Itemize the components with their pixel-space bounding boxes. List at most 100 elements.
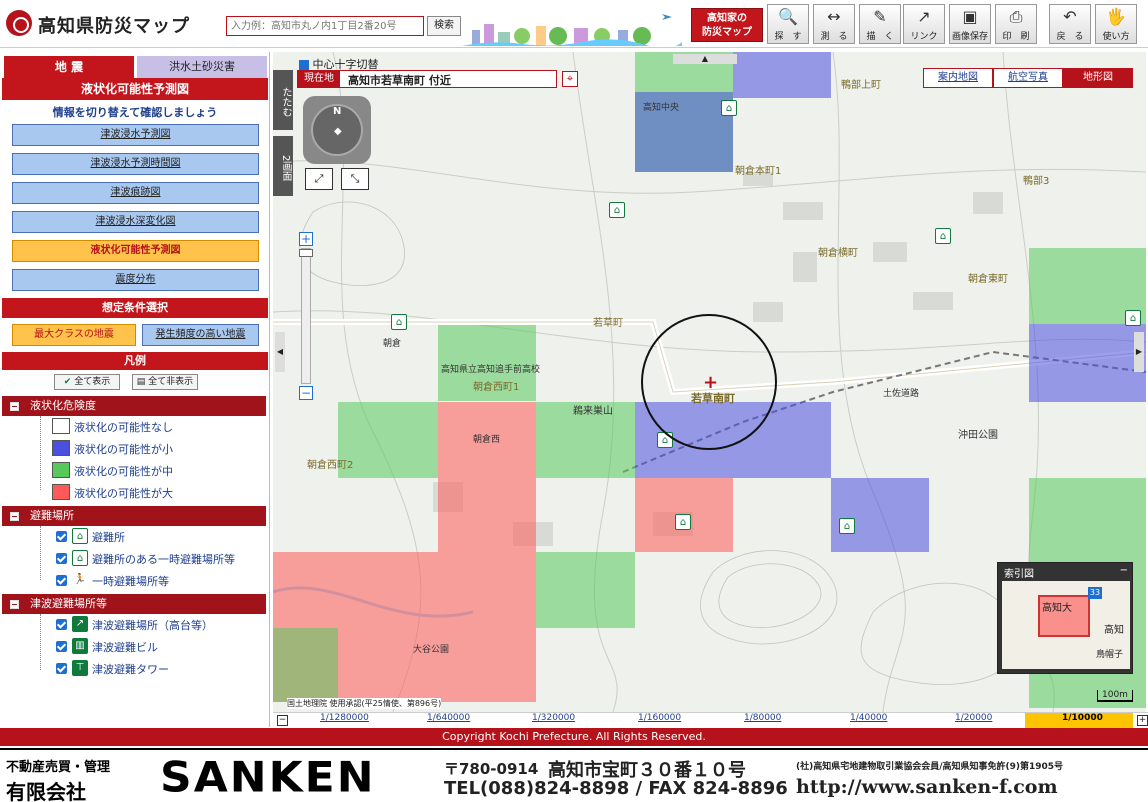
- zoom-slider-handle[interactable]: [299, 249, 313, 257]
- shelter-marker[interactable]: ⌂: [839, 518, 855, 534]
- zoom-slider[interactable]: [299, 248, 313, 384]
- help-button[interactable]: 🖐 使い方: [1095, 4, 1137, 44]
- search-button[interactable]: 検索: [427, 16, 461, 36]
- place-label: 高知中央: [643, 103, 680, 113]
- help-label: 使い方: [1102, 32, 1130, 42]
- crosshair-checkbox[interactable]: [299, 60, 309, 70]
- tab-flood-landslide[interactable]: 洪水土砂災害: [137, 56, 267, 78]
- zone-medium: [273, 628, 338, 702]
- two-screen-button[interactable]: 2画面: [273, 136, 293, 196]
- shelter-marker[interactable]: ⌂: [1125, 310, 1141, 326]
- zoom-in-button[interactable]: +: [299, 232, 313, 246]
- measure-tool-button[interactable]: ↔ 測 る: [813, 4, 855, 44]
- menu-tsunami-inundation[interactable]: 津波浸水予測図: [12, 124, 259, 146]
- ad-url[interactable]: http://www.sanken-f.com: [796, 776, 1058, 798]
- checkbox-tsunami-building[interactable]: [56, 641, 67, 652]
- shelter-marker[interactable]: ⌂: [609, 202, 625, 218]
- shelter-icon: ⌂: [72, 528, 88, 544]
- locate-icon[interactable]: ⌖: [562, 71, 578, 87]
- show-all-label: 全て表示: [74, 377, 111, 387]
- shelter-marker[interactable]: ⌂: [675, 514, 691, 530]
- address-search-input[interactable]: [226, 16, 424, 36]
- overview-map[interactable]: 索引図 − 高知大 高知 鳥帽子 33: [997, 562, 1133, 674]
- scale-plus-button[interactable]: +: [1137, 715, 1148, 726]
- sanken-ad-banner[interactable]: 不動産売買・管理 有限会社 SANKEN 〒780-0914 高知市宝町３０番１…: [0, 748, 1148, 802]
- collapse-icon[interactable]: [10, 512, 19, 521]
- kochi-bousai-map-button[interactable]: 高知家の 防災マップ: [691, 8, 763, 42]
- menu-seismic-intensity[interactable]: 震度分布: [12, 269, 259, 291]
- uncheck-icon: ▤: [136, 377, 149, 387]
- legend-group-title: 避難場所: [30, 509, 74, 522]
- search-icon: 🔍: [778, 7, 798, 26]
- draw-tool-button[interactable]: ✎ 描 く: [859, 4, 901, 44]
- left-panel: 地 震 洪水土砂災害 液状化可能性予測図 情報を切り替えて確認しましょう 津波浸…: [0, 52, 270, 727]
- menu-tsunami-trace[interactable]: 津波痕跡図: [12, 182, 259, 204]
- print-button[interactable]: ⎙ 印 刷: [995, 4, 1037, 44]
- checkbox-temp-evacuation[interactable]: [56, 575, 67, 586]
- legend-group-title: 津波避難場所等: [30, 597, 107, 610]
- legend-group-tsunami[interactable]: 津波避難場所等: [2, 594, 266, 614]
- basemap-terrain-tab[interactable]: 地形図: [1063, 68, 1133, 88]
- basemap-guide-tab[interactable]: 案内地図: [923, 68, 993, 88]
- scale-option[interactable]: 1/160000: [638, 713, 681, 723]
- scale-option[interactable]: 1/1280000: [320, 713, 369, 723]
- fold-panel-button[interactable]: たたむ: [273, 70, 293, 130]
- image-save-label: 画像保存: [951, 32, 988, 42]
- zoom-box-icon[interactable]: ⤢: [305, 168, 333, 190]
- pan-up-arrow[interactable]: ▲: [673, 54, 737, 64]
- legend-group-shelter[interactable]: 避難場所: [2, 506, 266, 526]
- pan-control[interactable]: N ◆: [303, 96, 371, 164]
- tsunami-building-icon: ▥: [72, 638, 88, 654]
- show-all-button[interactable]: ✔ 全て表示: [54, 374, 120, 390]
- overview-minimize-icon[interactable]: −: [1120, 565, 1128, 576]
- legend-group-liquefaction[interactable]: 液状化危険度: [2, 396, 266, 416]
- legend-label-shelter: 避難所: [92, 531, 125, 544]
- place-label: 鴨部上町: [841, 80, 881, 91]
- scale-option[interactable]: 1/320000: [532, 713, 575, 723]
- menu-liquefaction[interactable]: 液状化可能性予測図: [12, 240, 259, 262]
- search-tool-button[interactable]: 🔍 探 す: [767, 4, 809, 44]
- shelter-marker[interactable]: ⌂: [721, 100, 737, 116]
- tab-earthquake[interactable]: 地 震: [4, 56, 134, 78]
- logo: [6, 10, 32, 36]
- pan-right-arrow[interactable]: ▶: [1134, 332, 1144, 372]
- scale-option[interactable]: 1/80000: [744, 713, 781, 723]
- image-save-button[interactable]: ▣ 画像保存: [949, 4, 991, 44]
- map-view[interactable]: 鴨部上町 朝倉本町1 朝倉横町 朝倉東町 若草町 若草南町 鵜来巣山 朝倉西町1…: [273, 52, 1146, 712]
- checkbox-tsunami-highground[interactable]: [56, 619, 67, 630]
- link-tool-button[interactable]: ↗ リンク: [903, 4, 945, 44]
- location-value: 高知市若草南町 付近: [348, 74, 451, 87]
- menu-tsunami-depth-change[interactable]: 津波浸水深変化図: [12, 211, 259, 233]
- legend-label-high: 液状化の可能性が大: [74, 487, 173, 500]
- back-button[interactable]: ↶ 戻 る: [1049, 4, 1091, 44]
- collapse-icon[interactable]: [10, 402, 19, 411]
- basemap-aerial-tab[interactable]: 航空写真: [993, 68, 1063, 88]
- ad-line1: 不動産売買・管理: [6, 760, 111, 775]
- menu-tsunami-time[interactable]: 津波浸水予測時間図: [12, 153, 259, 175]
- hide-all-button[interactable]: ▤ 全て非表示: [132, 374, 198, 390]
- checkbox-shelter[interactable]: [56, 531, 67, 542]
- scale-minus-button[interactable]: −: [277, 715, 288, 726]
- checkbox-shelter-temp[interactable]: [56, 553, 67, 564]
- zoom-out-box-icon[interactable]: ⤡: [341, 168, 369, 190]
- pen-icon: ✎: [873, 7, 887, 26]
- pan-left-arrow[interactable]: ◀: [275, 332, 285, 372]
- collapse-icon[interactable]: [10, 600, 19, 609]
- condition-max-class-button[interactable]: 最大クラスの地震: [12, 324, 136, 346]
- zone-low: [1029, 324, 1146, 402]
- place-label: 朝倉西: [473, 435, 501, 445]
- panel-subtitle: 情報を切り替えて確認しましょう: [52, 106, 218, 119]
- header: 高知県防災マップ 検索 高知家の 防災マップ 🔍 探 す ↔ 測 る: [0, 0, 1148, 48]
- shelter-marker[interactable]: ⌂: [391, 314, 407, 330]
- scale-bar: 100m: [1097, 690, 1133, 702]
- legend-label-shelter-temp: 避難所のある一時避難場所等: [92, 553, 235, 566]
- zoom-out-button[interactable]: −: [299, 386, 313, 400]
- scale-option[interactable]: 1/20000: [955, 713, 992, 723]
- condition-frequent-button[interactable]: 発生頻度の高い地震: [142, 324, 259, 346]
- scale-option[interactable]: 1/40000: [850, 713, 887, 723]
- scale-option[interactable]: 1/640000: [427, 713, 470, 723]
- location-bar: 現在地 高知市若草南町 付近 ⌖: [297, 70, 578, 88]
- scale-option-active[interactable]: 1/10000: [1062, 713, 1103, 723]
- checkbox-tsunami-tower[interactable]: [56, 663, 67, 674]
- shelter-marker[interactable]: ⌂: [935, 228, 951, 244]
